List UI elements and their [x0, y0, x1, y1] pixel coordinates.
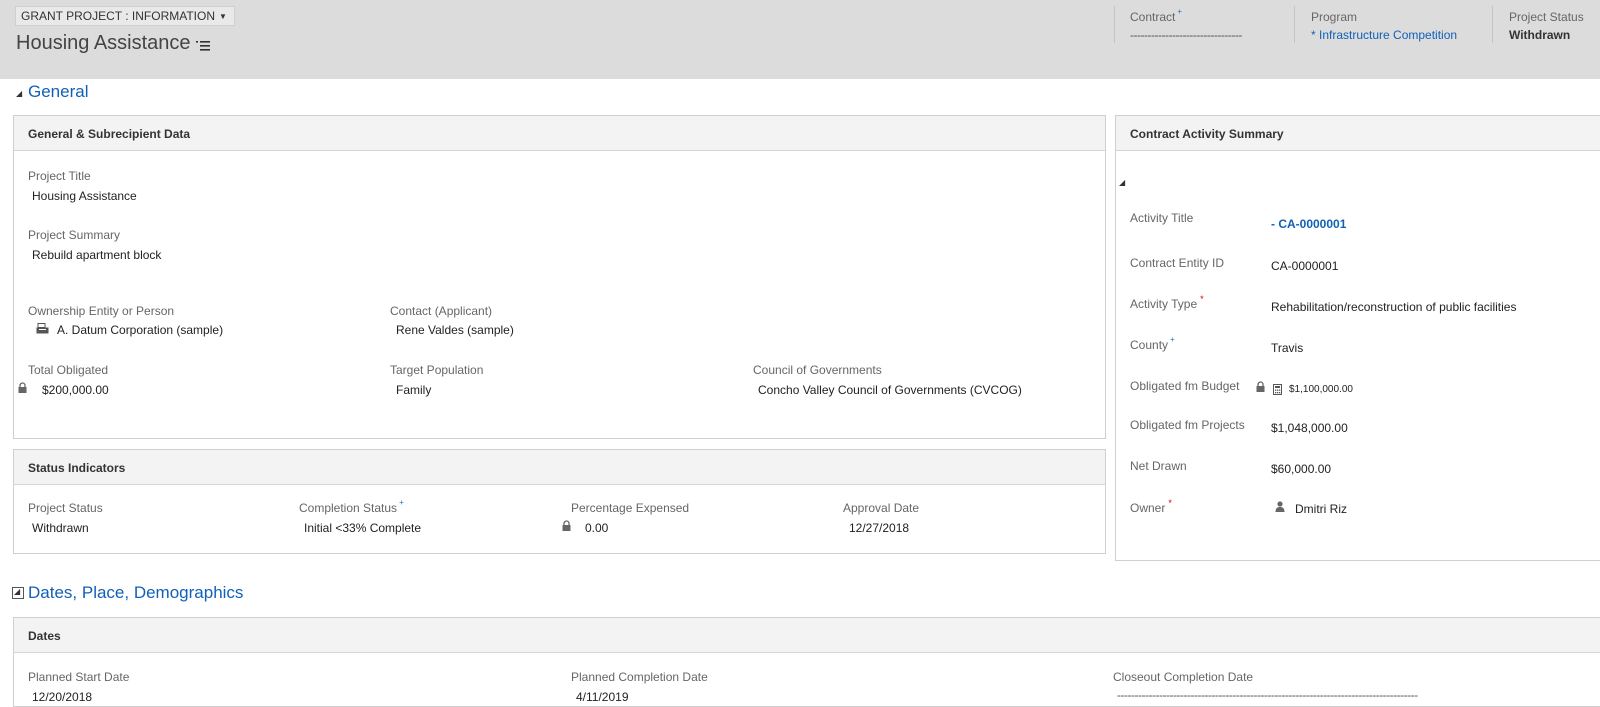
approval-date-label: Approval Date	[843, 501, 920, 515]
project-summary-value[interactable]: Rebuild apartment block	[32, 248, 161, 262]
lock-icon	[1256, 381, 1265, 392]
ownership-link[interactable]: A. Datum Corporation (sample)	[57, 323, 223, 337]
record-title: Housing Assistance	[16, 32, 191, 54]
percentage-expensed-value: 0.00	[585, 521, 609, 535]
record-header: GRANT PROJECT : INFORMATION ▼ Housing Ass…	[0, 0, 1600, 79]
contract-entity-id-value: CA-0000001	[1271, 259, 1339, 273]
total-obligated-value: $200,000.00	[42, 383, 109, 397]
dates-section-toggle[interactable]: ◢	[12, 587, 24, 599]
obligated-projects-label: Obligated fm Projects	[1130, 418, 1245, 432]
panel-title: Status Indicators	[14, 450, 1105, 485]
header-divider	[1492, 6, 1493, 43]
contract-entity-id-label: Contract Entity ID	[1130, 256, 1225, 270]
approval-date-value[interactable]: 12/27/2018	[849, 521, 909, 535]
obligated-budget-value: $1,100,000.00	[1289, 384, 1353, 395]
target-population-value[interactable]: Family	[396, 383, 431, 397]
closeout-completion-value[interactable]: ----------------------------------------…	[1117, 688, 1418, 702]
total-obligated-label: Total Obligated	[28, 363, 109, 377]
contract-value[interactable]: --------------------------------	[1130, 28, 1242, 42]
project-title-value[interactable]: Housing Assistance	[32, 189, 137, 203]
owner-link[interactable]: Dmitri Riz	[1295, 502, 1347, 516]
project-status-label: Project Status	[1509, 10, 1584, 24]
menu-list-icon[interactable]	[196, 40, 210, 52]
county-label: County +	[1130, 335, 1175, 352]
county-value[interactable]: Travis	[1271, 341, 1303, 355]
header-divider	[1114, 6, 1115, 43]
subgrid-toggle[interactable]: ◢	[1119, 174, 1125, 188]
form-selector-label: GRANT PROJECT : INFORMATION	[21, 9, 216, 23]
collapse-triangle-icon: ◢	[16, 89, 23, 98]
caret-down-icon: ▼	[219, 12, 227, 21]
calculator-icon	[1273, 384, 1282, 395]
completion-status-label: Completion Status +	[299, 498, 404, 515]
project-status-value: Withdrawn	[1509, 28, 1571, 42]
collapse-triangle-icon: ◢	[1119, 178, 1126, 187]
lock-icon	[562, 520, 571, 531]
contact-label: Contact (Applicant)	[390, 304, 493, 318]
user-icon	[1275, 501, 1285, 512]
lock-icon	[18, 382, 27, 393]
collapse-triangle-icon: ◢	[14, 587, 21, 596]
ownership-label: Ownership Entity or Person	[28, 304, 175, 318]
target-population-label: Target Population	[390, 363, 484, 377]
planned-completion-label: Planned Completion Date	[571, 670, 708, 684]
status-project-status-value: Withdrawn	[32, 521, 89, 535]
project-summary-label: Project Summary	[28, 228, 121, 242]
panel-title: Dates	[14, 618, 1600, 653]
activity-title-label: Activity Title	[1130, 211, 1194, 225]
contract-activity-summary-panel: Contract Activity Summary	[1115, 115, 1600, 561]
obligated-budget-label: Obligated fm Budget	[1130, 379, 1240, 393]
council-label: Council of Governments	[753, 363, 882, 377]
activity-type-value[interactable]: Rehabilitation/reconstruction of public …	[1271, 300, 1516, 314]
contract-label: Contract +	[1130, 7, 1183, 24]
council-value[interactable]: Concho Valley Council of Governments (CV…	[758, 383, 1022, 397]
panel-title: Contract Activity Summary	[1116, 116, 1600, 151]
status-indicators-panel: Status Indicators	[13, 449, 1106, 554]
section-title-general[interactable]: General	[28, 82, 88, 102]
general-section-toggle[interactable]: ◢	[16, 85, 22, 99]
section-title-dates-place-demographics[interactable]: Dates, Place, Demographics	[28, 583, 243, 603]
account-icon	[36, 323, 49, 334]
status-project-status-label: Project Status	[28, 501, 103, 515]
net-drawn-label: Net Drawn	[1130, 459, 1187, 473]
project-title-label: Project Title	[28, 169, 91, 183]
header-divider	[1294, 6, 1295, 43]
obligated-projects-value: $1,048,000.00	[1271, 421, 1348, 435]
planned-start-label: Planned Start Date	[28, 670, 130, 684]
activity-type-label: Activity Type *	[1130, 294, 1204, 311]
planned-start-value[interactable]: 12/20/2018	[32, 690, 92, 704]
closeout-completion-label: Closeout Completion Date	[1113, 670, 1254, 684]
contact-link[interactable]: Rene Valdes (sample)	[396, 323, 514, 337]
owner-label: Owner *	[1130, 498, 1172, 515]
net-drawn-value: $60,000.00	[1271, 462, 1332, 476]
completion-status-value[interactable]: Initial <33% Complete	[304, 521, 421, 535]
planned-completion-value[interactable]: 4/11/2019	[576, 690, 629, 704]
program-label: Program	[1311, 10, 1358, 24]
program-link[interactable]: * Infrastructure Competition	[1311, 28, 1457, 42]
panel-title: General & Subrecipient Data	[14, 116, 1105, 151]
form-selector[interactable]: GRANT PROJECT : INFORMATION ▼	[15, 6, 235, 26]
percentage-expensed-label: Percentage Expensed	[571, 501, 690, 515]
activity-title-link[interactable]: - CA-0000001	[1271, 217, 1346, 231]
